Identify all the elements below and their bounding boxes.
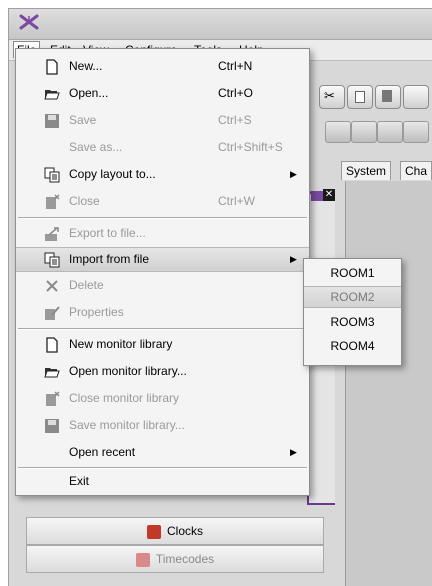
close-document-icon (46, 194, 60, 209)
tool-button-1[interactable] (325, 121, 351, 143)
tool-button-2[interactable] (351, 121, 377, 143)
new-document-icon (46, 59, 58, 75)
menu-item-import[interactable]: Import from file ▶ (16, 247, 309, 272)
copy-layout-icon (44, 167, 60, 183)
panel-close-icon[interactable]: ✕ (323, 189, 335, 201)
app-logo-icon (19, 14, 39, 30)
copy-button[interactable] (347, 85, 373, 109)
menu-item-delete[interactable]: Delete (16, 272, 309, 299)
submenu-arrow-icon: ▶ (290, 254, 297, 264)
delete-x-icon (46, 280, 58, 292)
submenu-arrow-icon: ▶ (290, 169, 297, 179)
timecodes-label: Timecodes (155, 552, 215, 566)
panel-title-bar (311, 191, 323, 201)
menu-item-shortcut: Ctrl+N (218, 59, 253, 73)
tab-system[interactable]: System (341, 161, 392, 180)
menu-item-label: Copy layout to... (69, 167, 156, 181)
menu-item-label: Save monitor library... (69, 418, 185, 432)
menu-separator (18, 328, 307, 330)
submenu-item-room2[interactable]: ROOM2 (304, 286, 401, 308)
menu-item-label: Open... (69, 86, 109, 100)
menu-item-label: Import from file (69, 252, 150, 266)
menu-item-shortcut: Ctrl+Shift+S (218, 140, 283, 154)
file-menu-dropdown: New... Ctrl+N Open... Ctrl+O Save Ctrl+S… (15, 48, 310, 496)
right-panel (345, 181, 432, 586)
submenu-item-room4[interactable]: ROOM4 (304, 334, 401, 358)
menu-item-label: Properties (69, 305, 124, 319)
menu-item-open[interactable]: Open... Ctrl+O (16, 80, 309, 107)
main-toolbar: ✂ (309, 81, 432, 111)
menu-item-label: Open recent (69, 445, 136, 459)
menu-item-save-monitor-library[interactable]: Save monitor library... (16, 412, 309, 439)
menu-item-label: Save (69, 113, 97, 127)
menu-item-new-monitor-library[interactable]: New monitor library (16, 331, 309, 358)
timecodes-button[interactable]: Timecodes (26, 545, 324, 573)
export-icon (45, 227, 59, 241)
menu-item-save[interactable]: Save Ctrl+S (16, 107, 309, 134)
menu-item-label: New monitor library (69, 337, 173, 351)
save-disk-icon (45, 114, 59, 128)
clock-icon (146, 524, 161, 539)
title-bar (9, 9, 432, 40)
menu-item-new[interactable]: New... Ctrl+N (16, 53, 309, 80)
menu-item-export[interactable]: Export to file... (16, 220, 309, 247)
menu-item-open-recent[interactable]: Open recent ▶ (16, 439, 309, 466)
import-icon (44, 252, 60, 268)
open-folder-icon (44, 90, 60, 100)
tab-strip: System Cha (339, 159, 432, 181)
submenu-item-room3[interactable]: ROOM3 (304, 310, 401, 334)
properties-icon (45, 306, 60, 320)
secondary-toolbar (309, 119, 432, 145)
new-document-icon (46, 337, 58, 353)
menu-item-close-monitor-library[interactable]: Close monitor library (16, 385, 309, 412)
menu-item-exit[interactable]: Exit (16, 469, 309, 493)
submenu-arrow-icon: ▶ (290, 447, 297, 457)
save-disk-icon (45, 419, 59, 433)
open-folder-icon (44, 368, 60, 378)
menu-item-save-as[interactable]: Save as... Ctrl+Shift+S (16, 134, 309, 161)
menu-item-copy-layout[interactable]: Copy layout to... ▶ (16, 161, 309, 188)
import-submenu: ROOM1 ROOM2 ROOM3 ROOM4 (303, 258, 402, 366)
copy-icon (355, 91, 365, 103)
menu-item-open-monitor-library[interactable]: Open monitor library... (16, 358, 309, 385)
menu-item-properties[interactable]: Properties (16, 299, 309, 326)
tool-button-3[interactable] (377, 121, 403, 143)
menu-item-label: Close (69, 194, 100, 208)
menu-item-shortcut: Ctrl+S (218, 113, 252, 127)
menu-item-shortcut: Ctrl+O (218, 86, 254, 100)
menu-item-close[interactable]: Close Ctrl+W (16, 188, 309, 215)
menu-separator (18, 217, 307, 219)
menu-item-label: Export to file... (69, 226, 146, 240)
menu-item-label: Exit (69, 474, 90, 488)
paste-icon (382, 90, 392, 102)
paste-button[interactable] (375, 85, 401, 109)
menu-item-label: New... (69, 59, 103, 73)
clocks-button[interactable]: Clocks (26, 517, 324, 545)
cut-button[interactable]: ✂ (319, 85, 345, 109)
toolbar-button[interactable] (403, 85, 429, 109)
tab-channels[interactable]: Cha (400, 161, 432, 180)
submenu-item-room1[interactable]: ROOM1 (304, 261, 401, 285)
menu-item-label: Open monitor library... (69, 364, 187, 378)
menu-item-label: Delete (69, 278, 104, 292)
menu-item-shortcut: Ctrl+W (218, 194, 255, 208)
menu-item-label: Save as... (69, 140, 123, 154)
scissors-icon: ✂ (324, 88, 335, 103)
close-document-icon (46, 391, 60, 406)
timecode-icon (135, 552, 150, 567)
menu-item-label: Close monitor library (69, 391, 180, 405)
tool-button-4[interactable] (403, 121, 429, 143)
clocks-label: Clocks (166, 524, 203, 538)
